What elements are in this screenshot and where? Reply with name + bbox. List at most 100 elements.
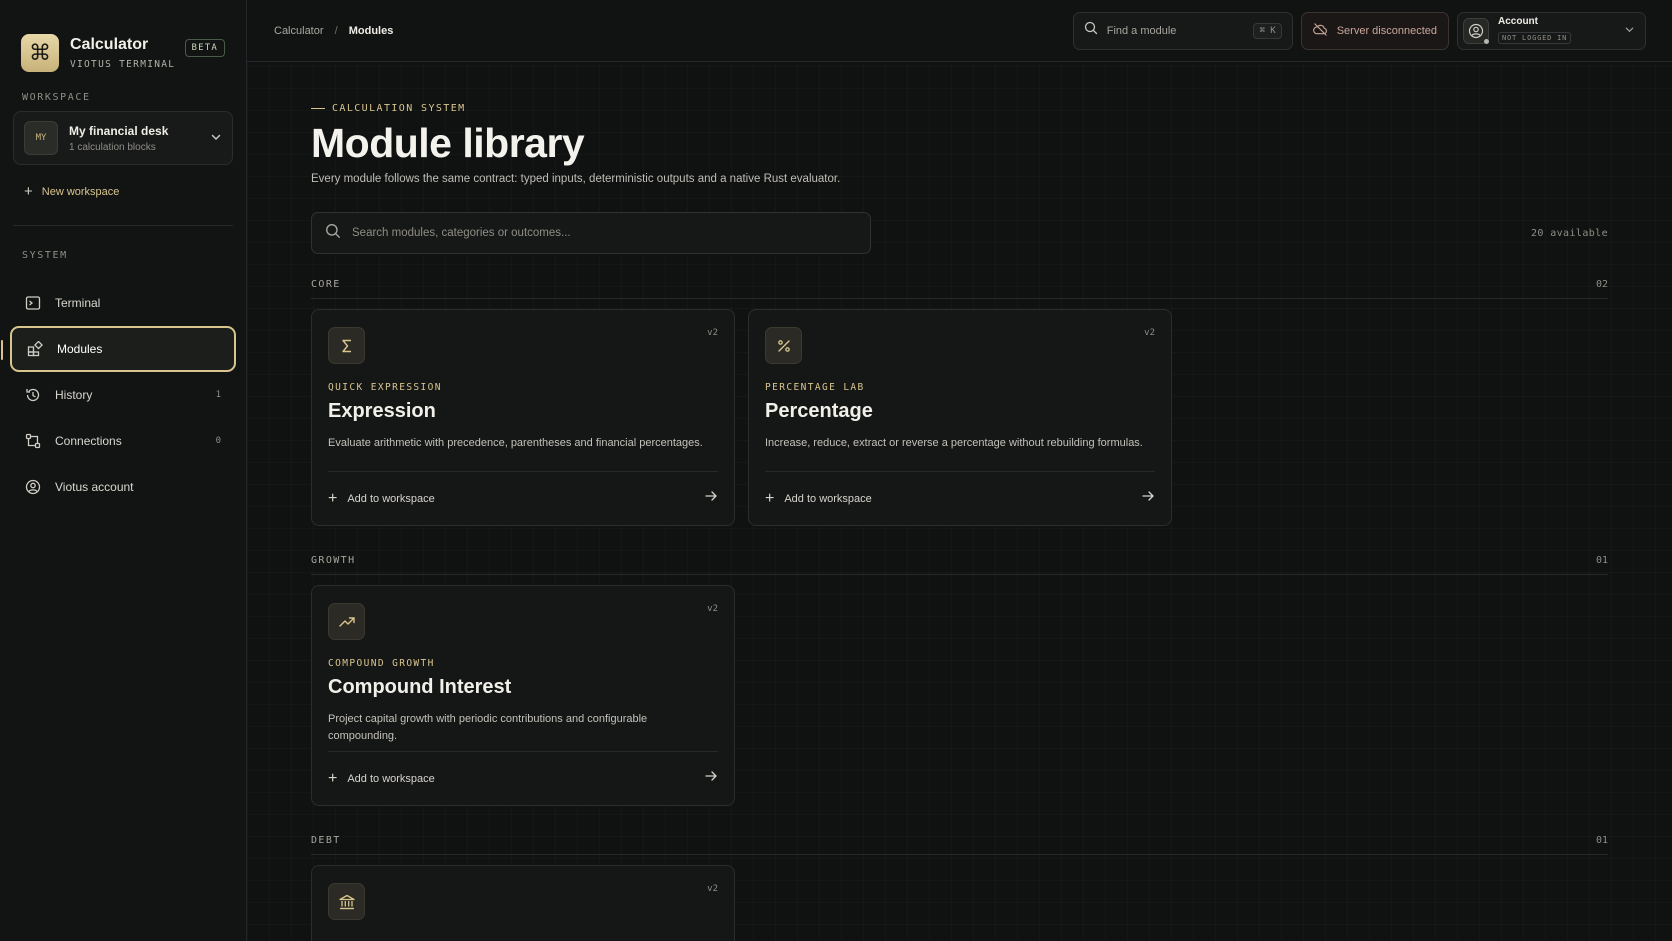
user-circle-icon <box>25 479 41 495</box>
connections-icon <box>25 433 41 449</box>
module-kicker: PERCENTAGE LAB <box>765 382 865 393</box>
search-icon <box>1084 21 1098 40</box>
plus-icon: + <box>765 489 775 507</box>
chevron-down-icon <box>210 131 222 146</box>
workspace-text: My financial desk 1 calculation blocks <box>69 124 210 153</box>
brand-text: Calculator VIOTUS TERMINAL <box>70 36 185 70</box>
module-kicker: COMPOUND GROWTH <box>328 658 435 669</box>
workspace-count: 1 calculation blocks <box>69 141 156 153</box>
version-badge: v2 <box>1144 328 1155 338</box>
app-title: Calculator <box>70 36 149 53</box>
module-description: Increase, reduce, extract or reverse a p… <box>765 437 1143 449</box>
sidebar-item-viotus-account[interactable]: Viotus account <box>10 464 236 510</box>
module-title: Expression <box>328 400 436 422</box>
account-text: Account NOT LOGGED IN <box>1498 16 1624 45</box>
module-cards-debt: v2 <box>311 865 1608 941</box>
category-name: DEBT <box>311 835 341 846</box>
server-status-label: Server disconnected <box>1336 24 1437 37</box>
sidebar-item-label: History <box>55 388 93 402</box>
arrow-right-icon[interactable] <box>1141 489 1155 508</box>
version-badge: v2 <box>707 328 718 338</box>
workspace-section-label: WORKSPACE <box>22 92 91 103</box>
module-title: Percentage <box>765 400 873 422</box>
sidebar-item-history[interactable]: History 1 <box>10 372 236 418</box>
module-cards-core: v2 QUICK EXPRESSION Expression Evaluate … <box>311 309 1608 526</box>
terminal-icon <box>25 295 41 311</box>
search-input[interactable]: Search modules, categories or outcomes..… <box>311 212 871 254</box>
keyboard-shortcut: ⌘ K <box>1253 22 1282 39</box>
category-header-core: CORE 02 <box>311 279 1608 299</box>
sidebar-item-count: 1 <box>215 390 221 400</box>
plus-icon: + <box>24 183 33 200</box>
workspace-name: My financial desk <box>69 123 169 138</box>
version-badge: v2 <box>707 604 718 614</box>
search-row: Search modules, categories or outcomes..… <box>311 212 1608 254</box>
sidebar-item-label: Modules <box>57 342 103 356</box>
search-icon <box>325 223 341 244</box>
workspace-switcher[interactable]: MY My financial desk 1 calculation block… <box>13 111 233 165</box>
sigma-icon <box>328 327 365 364</box>
add-to-workspace-button[interactable]: + Add to workspace <box>328 471 718 525</box>
add-to-workspace-button[interactable]: + Add to workspace <box>328 751 718 805</box>
sidebar-item-modules[interactable]: Modules <box>1 326 236 372</box>
system-section-label: SYSTEM <box>22 250 68 261</box>
sidebar-item-label: Terminal <box>55 296 101 310</box>
category-count: 01 <box>1595 835 1608 846</box>
category-header-growth: GROWTH 01 <box>311 555 1608 575</box>
module-description: Project capital growth with periodic con… <box>328 713 648 742</box>
account-menu[interactable]: Account NOT LOGGED IN <box>1457 11 1646 50</box>
account-name: Account <box>1498 16 1538 27</box>
module-card-expression[interactable]: v2 QUICK EXPRESSION Expression Evaluate … <box>311 309 735 526</box>
command-icon[interactable]: ⌘ <box>21 34 59 72</box>
breadcrumb: Calculator / Modules <box>274 25 1073 37</box>
workspace-avatar: MY <box>24 121 58 155</box>
chevron-down-icon <box>1624 24 1635 38</box>
module-card-debt[interactable]: v2 <box>311 865 735 941</box>
sidebar-item-label: Viotus account <box>55 480 134 494</box>
search-placeholder: Search modules, categories or outcomes..… <box>352 227 571 239</box>
sidebar-item-label: Connections <box>55 434 122 448</box>
sidebar: ⌘ Calculator VIOTUS TERMINAL BETA WORKSP… <box>0 0 247 941</box>
brand: ⌘ Calculator VIOTUS TERMINAL BETA <box>0 0 246 84</box>
new-workspace-label: New workspace <box>41 185 120 198</box>
user-circle-icon <box>1468 23 1484 38</box>
find-module-placeholder: Find a module <box>1106 24 1177 37</box>
beta-badge: BETA <box>184 39 225 57</box>
app-subtitle: VIOTUS TERMINAL <box>70 59 176 70</box>
module-description: Evaluate arithmetic with precedence, par… <box>328 437 703 449</box>
plus-icon: + <box>328 769 338 787</box>
sidebar-item-connections[interactable]: Connections 0 <box>10 418 236 464</box>
module-kicker: QUICK EXPRESSION <box>328 382 442 393</box>
module-card-compound-interest[interactable]: v2 COMPOUND GROWTH Compound Interest Pro… <box>311 585 735 806</box>
server-status-button[interactable]: Server disconnected <box>1300 11 1449 50</box>
kicker-line <box>311 108 325 109</box>
bank-icon <box>328 883 365 920</box>
sidebar-divider <box>13 225 233 226</box>
page-kicker: CALCULATION SYSTEM <box>311 103 1608 114</box>
breadcrumb-root[interactable]: Calculator <box>274 25 324 37</box>
page-description: Every module follows the same contract: … <box>311 173 841 185</box>
arrow-right-icon[interactable] <box>704 489 718 508</box>
cloud-off-icon <box>1312 22 1328 40</box>
add-to-workspace-label: Add to workspace <box>347 492 435 505</box>
sidebar-item-terminal[interactable]: Terminal <box>10 280 236 326</box>
add-to-workspace-label: Add to workspace <box>347 772 435 785</box>
add-to-workspace-label: Add to workspace <box>784 492 872 505</box>
breadcrumb-separator: / <box>334 24 338 37</box>
main-area: Calculator / Modules Find a module ⌘ K S… <box>247 0 1672 941</box>
category-count: 02 <box>1595 279 1608 290</box>
arrow-right-icon[interactable] <box>704 769 718 788</box>
module-cards-growth: v2 COMPOUND GROWTH Compound Interest Pro… <box>311 585 1608 806</box>
module-card-percentage[interactable]: v2 PERCENTAGE LAB Percentage Increase, r… <box>748 309 1172 526</box>
category-header-debt: DEBT 01 <box>311 835 1608 855</box>
new-workspace-button[interactable]: + New workspace <box>0 183 246 200</box>
category-name: CORE <box>311 279 341 290</box>
find-module-input[interactable]: Find a module ⌘ K <box>1072 11 1293 50</box>
history-icon <box>25 387 41 403</box>
page-kicker-text: CALCULATION SYSTEM <box>332 103 466 114</box>
add-to-workspace-button[interactable]: + Add to workspace <box>765 471 1155 525</box>
trending-up-icon <box>328 603 365 640</box>
category-name: GROWTH <box>311 555 356 566</box>
module-title: Compound Interest <box>328 676 512 698</box>
category-count: 01 <box>1595 555 1608 566</box>
